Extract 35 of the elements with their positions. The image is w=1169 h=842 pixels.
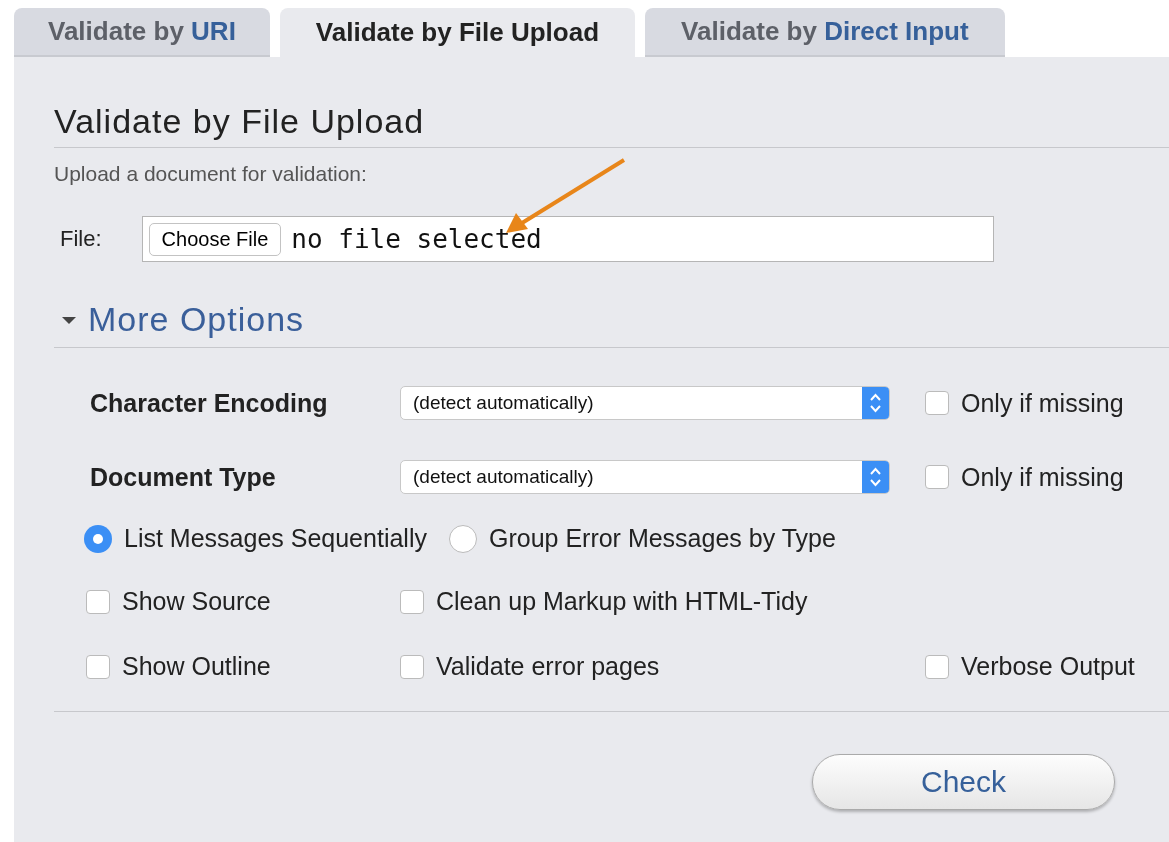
radio-button[interactable] (84, 524, 112, 553)
checkbox[interactable] (86, 589, 110, 614)
tab[interactable]: Validate by File Upload (279, 8, 636, 57)
check-button[interactable]: Check (812, 754, 1115, 810)
choose-file-button[interactable]: Choose File (148, 222, 282, 256)
file-field[interactable]: Choose File no file selected (141, 216, 994, 262)
radio-option[interactable]: Group Error Messages by Type (448, 524, 836, 553)
checkbox-option[interactable]: Validate error pages (400, 652, 925, 681)
tab[interactable]: Validate by Direct Input (645, 8, 1005, 57)
file-status: no file selected (291, 224, 542, 254)
field-label: Character Encoding (90, 388, 329, 418)
checkbox[interactable] (400, 654, 424, 679)
checkbox[interactable] (86, 654, 110, 679)
checkbox-option[interactable]: Show Source (86, 587, 400, 616)
radio-option[interactable]: List Messages Sequentially (84, 524, 427, 553)
section-title: Validate by File Upload (54, 101, 426, 141)
tab[interactable]: Validate by URI (14, 8, 270, 57)
checkbox-option[interactable]: Clean up Markup with HTML-Tidy (400, 587, 925, 616)
checkbox-option[interactable]: Show Outline (86, 652, 400, 681)
dropdown[interactable]: (detect automatically) (400, 386, 890, 420)
checkbox-option[interactable]: Only if missing (925, 462, 1169, 492)
file-label: File: (60, 226, 102, 252)
checkbox[interactable] (925, 654, 949, 679)
stepper-icon (862, 461, 889, 493)
checkbox-option[interactable]: Only if missing (925, 388, 1169, 418)
dropdown[interactable]: (detect automatically) (400, 460, 890, 494)
checkbox[interactable] (925, 391, 949, 415)
radio-button[interactable] (448, 524, 477, 553)
field-label: Document Type (90, 462, 277, 492)
more-options-toggle[interactable]: More Options (54, 300, 1169, 339)
instruction-text: Upload a document for validation: (54, 162, 368, 186)
checkbox-option[interactable]: Verbose Output (925, 652, 1169, 681)
checkbox[interactable] (925, 465, 949, 489)
stepper-icon (862, 387, 889, 419)
checkbox[interactable] (400, 589, 424, 614)
